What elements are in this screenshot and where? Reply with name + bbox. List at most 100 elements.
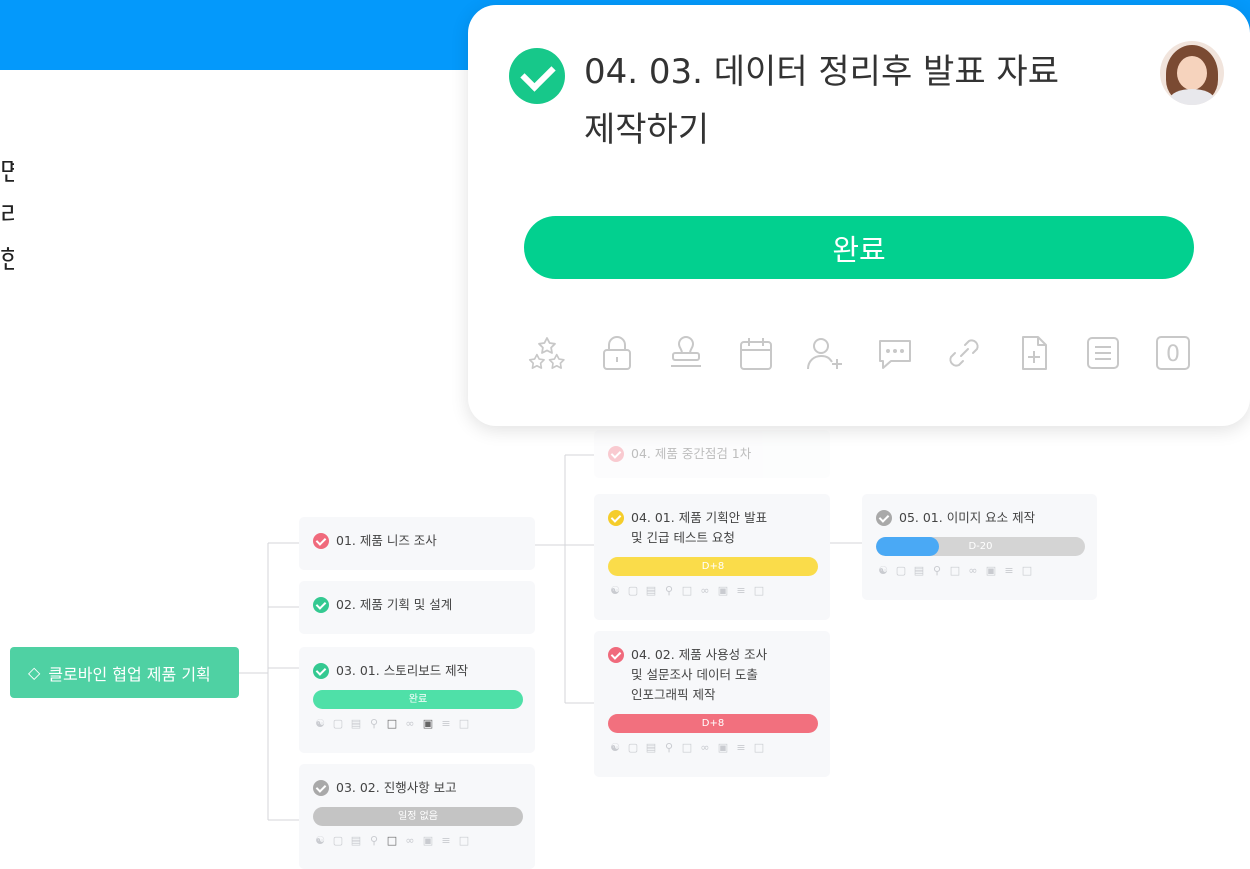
square-icon[interactable]: □: [457, 834, 471, 847]
side-text-line: 리: [0, 201, 14, 230]
lock-icon[interactable]: ▢: [331, 834, 345, 847]
link-icon[interactable]: ∞: [698, 584, 712, 597]
task-title: 01. 제품 니즈 조사: [336, 533, 437, 548]
file-add-icon[interactable]: ▣: [421, 717, 435, 730]
task-toolbar: ☯ ▢ ▤ ⚲ □ ∞ ▣ ≡ □: [313, 717, 523, 730]
org-icon[interactable]: ☯: [608, 584, 622, 597]
list-icon[interactable]: ≡: [1002, 564, 1016, 577]
file-add-icon[interactable]: ▣: [716, 741, 730, 754]
square-icon[interactable]: □: [752, 584, 766, 597]
task-toolbar: ☯ ▢ ▤ ⚲ □ ∞ ▣ ≡ □: [608, 584, 818, 597]
add-user-icon[interactable]: ⚲: [930, 564, 944, 577]
file-add-icon[interactable]: ▣: [984, 564, 998, 577]
lock-icon[interactable]: ▢: [626, 584, 640, 597]
lock-icon[interactable]: ▢: [331, 717, 345, 730]
progress-pill: D-20: [876, 537, 1085, 556]
task-title: 02. 제품 기획 및 설계: [336, 597, 453, 612]
status-gray-icon: [313, 780, 329, 796]
link-icon[interactable]: ∞: [403, 717, 417, 730]
comment-icon[interactable]: □: [385, 834, 399, 847]
add-user-icon[interactable]: ⚲: [367, 717, 381, 730]
popup-title-line: 제작하기: [584, 110, 710, 150]
comment-icon[interactable]: □: [680, 741, 694, 754]
task-title-line: 및 설문조사 데이터 도출: [631, 667, 758, 682]
org-icon[interactable]: ☯: [313, 834, 327, 847]
status-red-icon: [313, 533, 329, 549]
org-icon[interactable]: ☯: [313, 717, 327, 730]
task-card[interactable]: 03. 01. 스토리보드 제작 완료 ☯ ▢ ▤ ⚲ □ ∞ ▣ ≡ □: [299, 647, 535, 753]
add-user-icon[interactable]: ⚲: [662, 584, 676, 597]
status-done-icon: [313, 597, 329, 613]
status-red-icon: [608, 446, 624, 462]
link-icon[interactable]: ∞: [403, 834, 417, 847]
task-card[interactable]: 01. 제품 니즈 조사: [299, 517, 535, 570]
calendar-icon[interactable]: ▤: [912, 564, 926, 577]
progress-fill: [876, 537, 939, 556]
link-icon[interactable]: [942, 331, 986, 375]
task-card[interactable]: 04. 제품 중간점검 1차: [594, 430, 830, 478]
status-pill: 일정 없음: [313, 807, 523, 826]
list-icon[interactable]: ≡: [439, 717, 453, 730]
add-user-icon[interactable]: ⚲: [662, 741, 676, 754]
root-node[interactable]: ◇ 클로바인 협업 제품 기획: [10, 647, 239, 698]
calendar-icon[interactable]: [734, 331, 778, 375]
lock-icon[interactable]: ▢: [626, 741, 640, 754]
stars-icon[interactable]: [525, 331, 569, 375]
add-user-icon[interactable]: ⚲: [367, 834, 381, 847]
task-toolbar: ☯ ▢ ▤ ⚲ □ ∞ ▣ ≡ □: [313, 834, 523, 847]
status-gray-icon: [876, 510, 892, 526]
calendar-icon[interactable]: ▤: [349, 834, 363, 847]
layers-icon: ◇: [28, 663, 41, 682]
file-add-icon[interactable]: ▣: [716, 584, 730, 597]
link-icon[interactable]: ∞: [698, 741, 712, 754]
task-title-line: 인포그래픽 제작: [631, 687, 716, 702]
complete-button[interactable]: 완료: [524, 216, 1194, 279]
calendar-icon[interactable]: ▤: [644, 584, 658, 597]
task-card[interactable]: 04. 02. 제품 사용성 조사 및 설문조사 데이터 도출 인포그래픽 제작 D…: [594, 631, 830, 777]
side-text-line: 한: [0, 245, 14, 274]
zero-box-icon[interactable]: 0: [1151, 331, 1195, 375]
org-icon[interactable]: ☯: [608, 741, 622, 754]
avatar[interactable]: [1160, 41, 1224, 105]
list-icon[interactable]: ≡: [734, 741, 748, 754]
task-toolbar: ☯ ▢ ▤ ⚲ □ ∞ ▣ ≡ □: [608, 741, 818, 754]
svg-text:0: 0: [1166, 342, 1180, 367]
square-icon[interactable]: □: [457, 717, 471, 730]
square-icon[interactable]: □: [752, 741, 766, 754]
task-card[interactable]: 05. 01. 이미지 요소 제작 D-20 ☯ ▢ ▤ ⚲ □ ∞ ▣ ≡ □: [862, 494, 1097, 600]
status-yellow-icon: [608, 510, 624, 526]
task-title-line: 04. 01. 제품 기획안 발표: [631, 510, 768, 525]
popup-toolbar: 0: [525, 331, 1195, 375]
list-icon[interactable]: ≡: [734, 584, 748, 597]
side-text-line: 면: [0, 157, 14, 186]
comment-icon[interactable]: □: [948, 564, 962, 577]
lock-icon[interactable]: ▢: [894, 564, 908, 577]
stamp-icon[interactable]: [664, 331, 708, 375]
comment-icon[interactable]: [873, 331, 917, 375]
task-title: 03. 01. 스토리보드 제작: [336, 663, 469, 678]
task-card[interactable]: 04. 01. 제품 기획안 발표 및 긴급 테스트 요청 D+8 ☯ ▢ ▤ ⚲ □ ∞ ▣…: [594, 494, 830, 620]
org-icon[interactable]: ☯: [876, 564, 890, 577]
task-card[interactable]: 02. 제품 기획 및 설계: [299, 581, 535, 634]
square-icon[interactable]: □: [1020, 564, 1034, 577]
due-pill: D+8: [608, 557, 818, 576]
task-detail-popup: 04. 03. 데이터 정리후 발표 자료 제작하기 완료 0: [468, 5, 1250, 426]
calendar-icon[interactable]: ▤: [644, 741, 658, 754]
file-add-icon[interactable]: [1012, 331, 1056, 375]
popup-title: 04. 03. 데이터 정리후 발표 자료 제작하기: [584, 43, 1104, 159]
task-title: 03. 02. 진행사항 보고: [336, 780, 457, 795]
task-title: 04. 제품 중간점검 1차: [631, 446, 752, 461]
status-done-icon: [313, 663, 329, 679]
add-user-icon[interactable]: [803, 331, 847, 375]
lock-icon[interactable]: [595, 331, 639, 375]
check-circle-icon[interactable]: [509, 48, 565, 104]
link-icon[interactable]: ∞: [966, 564, 980, 577]
due-pill: D+8: [608, 714, 818, 733]
file-add-icon[interactable]: ▣: [421, 834, 435, 847]
list-icon[interactable]: [1081, 331, 1125, 375]
list-icon[interactable]: ≡: [439, 834, 453, 847]
comment-icon[interactable]: □: [680, 584, 694, 597]
comment-icon[interactable]: □: [385, 717, 399, 730]
task-card[interactable]: 03. 02. 진행사항 보고 일정 없음 ☯ ▢ ▤ ⚲ □ ∞ ▣ ≡ □: [299, 764, 535, 869]
calendar-icon[interactable]: ▤: [349, 717, 363, 730]
